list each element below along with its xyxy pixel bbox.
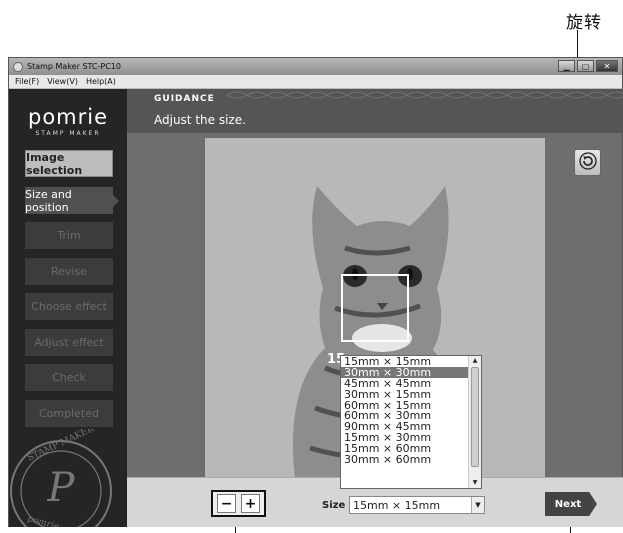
menu-view[interactable]: View(V) xyxy=(47,77,78,86)
window-title: Stamp Maker STC-PC10 xyxy=(27,62,121,71)
step-completed: Completed xyxy=(25,400,113,427)
size-option[interactable]: 15mm × 30mm xyxy=(341,432,468,443)
size-select-value: 15mm × 15mm xyxy=(353,498,441,512)
close-button[interactable]: ✕ xyxy=(596,60,618,72)
size-option[interactable]: 15mm × 60mm xyxy=(341,443,468,454)
svg-text:pomrie: pomrie xyxy=(26,514,60,527)
sidebar: pomrie STAMP MAKER Image selection Size … xyxy=(9,89,127,527)
app-icon xyxy=(13,61,23,72)
size-option[interactable]: 60mm × 15mm xyxy=(341,400,468,411)
pomrie-logo: pomrie STAMP MAKER xyxy=(9,105,127,137)
guidance-header: GUIDANCE Adjust the size. xyxy=(127,89,623,133)
zoom-controls: − + xyxy=(211,490,266,517)
crop-frame[interactable] xyxy=(341,274,409,342)
zoom-in-button[interactable]: + xyxy=(241,494,260,513)
size-select[interactable]: 15mm × 15mm ▼ xyxy=(349,496,485,514)
step-trim: Trim xyxy=(25,222,113,249)
guidance-title: GUIDANCE xyxy=(154,94,215,104)
next-button[interactable]: Next xyxy=(545,492,597,516)
minimize-button[interactable]: ▁ xyxy=(558,60,575,72)
menu-bar: File(F) View(V) Help(A) xyxy=(9,75,622,89)
guidance-text: Adjust the size. xyxy=(154,113,246,127)
size-option[interactable]: 15mm × 15mm xyxy=(341,356,468,367)
scroll-down-icon[interactable]: ▼ xyxy=(469,478,481,488)
size-option[interactable]: 45mm × 45mm xyxy=(341,378,468,389)
chevron-down-icon[interactable]: ▼ xyxy=(471,497,484,513)
menu-help[interactable]: Help(A) xyxy=(86,77,116,86)
svg-text:P: P xyxy=(47,465,76,511)
logo-main: pomrie xyxy=(27,105,109,129)
stamp-logo: P STAMP MAKER pomrie xyxy=(9,429,127,527)
logo-sub: STAMP MAKER xyxy=(35,130,101,137)
step-image-selection[interactable]: Image selection xyxy=(25,150,113,177)
step-revise: Revise xyxy=(25,258,113,285)
rotate-button[interactable] xyxy=(574,149,601,176)
menu-file[interactable]: File(F) xyxy=(15,77,39,86)
step-adjust-effect: Adjust effect xyxy=(25,329,113,356)
maximize-button[interactable]: ▢ xyxy=(577,60,594,72)
size-option-selected[interactable]: 30mm × 30mm xyxy=(341,366,468,378)
zoom-out-button[interactable]: − xyxy=(217,494,236,513)
step-choose-effect: Choose effect xyxy=(25,293,113,320)
app-window: Stamp Maker STC-PC10 ▁ ▢ ✕ File(F) View(… xyxy=(8,57,623,527)
size-option[interactable]: 60mm × 30mm xyxy=(341,410,468,422)
guidance-pattern xyxy=(227,91,623,99)
step-size-and-position[interactable]: Size and position xyxy=(25,187,119,214)
size-option[interactable]: 90mm × 45mm xyxy=(341,421,468,432)
rotate-annotation: 旋转 xyxy=(566,13,602,33)
title-bar: Stamp Maker STC-PC10 ▁ ▢ ✕ xyxy=(9,58,622,75)
size-option[interactable]: 30mm × 15mm xyxy=(341,389,468,400)
size-dropdown-list[interactable]: 15mm × 15mm 30mm × 30mm 45mm × 45mm 30mm… xyxy=(340,355,482,489)
rotate-icon xyxy=(578,151,597,174)
scroll-up-icon[interactable]: ▲ xyxy=(469,356,481,366)
scroll-thumb[interactable] xyxy=(471,367,479,467)
dropdown-scrollbar[interactable]: ▲ ▼ xyxy=(468,356,481,488)
screenshot-root: 旋转 Stamp Maker STC-PC10 ▁ ▢ ✕ File(F) Vi… xyxy=(0,0,623,533)
step-check: Check xyxy=(25,364,113,391)
size-option[interactable]: 30mm × 60mm xyxy=(341,454,468,465)
